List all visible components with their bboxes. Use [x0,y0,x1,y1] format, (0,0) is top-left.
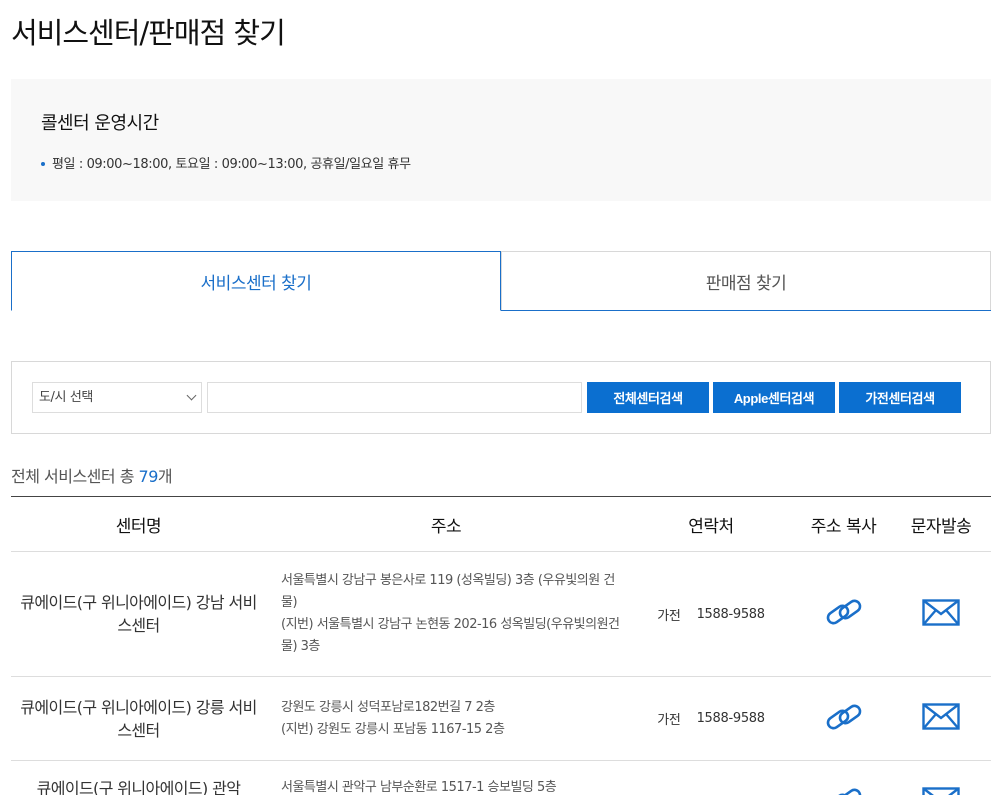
center-address: 서울특별시 강남구 봉은사로 119 (성옥빌딩) 3층 (우유빛의원 건물) … [281,552,626,676]
sms-cell [891,552,991,676]
center-contact: 가전 1588-9588 [626,677,796,760]
center-name: 큐에이드(구 위니아에이드) 강릉 서비스센터 [20,697,257,740]
search-apple-centers-button[interactable]: Apple센터검색 [713,382,835,413]
address-lot: (지번) 서울특별시 강남구 논현동 202-16 성옥빌딩(우유빛의원건물) … [281,617,620,654]
search-all-centers-button[interactable]: 전체센터검색 [587,382,709,413]
table-row: 큐에이드(구 위니아에이드) 강릉 서비스센터 강원도 강릉시 성덕포남로182… [11,677,991,761]
header-address: 주소 [430,517,462,537]
address-road: 서울특별시 관악구 남부순환로 1517-1 승보빌딩 5층 [281,780,557,795]
service-center-table: 센터명 주소 연락처 주소 복사 문자발송 큐에이드(구 위니아에이드) 강남 … [11,496,991,795]
contact-kind: 가전 [657,713,681,728]
city-select[interactable]: 도/시 선택 [32,382,202,413]
copy-address-cell [796,761,891,795]
center-address: 서울특별시 관악구 남부순환로 1517-1 승보빌딩 5층 [281,761,626,795]
search-appliance-centers-button[interactable]: 가전센터검색 [839,382,961,413]
center-name: 큐에이드(구 위니아에이드) 강남 서비스센터 [20,593,257,635]
copy-address-cell [796,552,891,676]
envelope-icon[interactable] [922,598,960,630]
tab-bar: 서비스센터 찾기 판매점 찾기 [11,251,991,311]
center-name: 큐에이드(구 위니아에이드) 관악 [36,779,241,795]
hours-text: 평일 : 09:00~18:00, 토요일 : 09:00~13:00, 공휴일… [52,157,411,172]
header-sms: 문자발송 [910,517,972,537]
envelope-icon[interactable] [922,703,960,734]
sms-cell [891,761,991,795]
table-header: 센터명 주소 연락처 주소 복사 문자발송 [11,497,991,552]
tab-service-center[interactable]: 서비스센터 찾기 [11,251,501,311]
chevron-down-icon [186,390,197,401]
center-contact: 가전 1588-9588 [626,552,796,676]
link-chain-icon[interactable] [825,598,863,630]
address-lot: (지번) 강원도 강릉시 포남동 1167-15 2층 [281,721,505,737]
hours-title: 콜센터 운영시간 [41,113,159,134]
search-input[interactable] [207,382,582,413]
tab-store[interactable]: 판매점 찾기 [501,251,991,310]
city-select-value: 도/시 선택 [39,390,93,405]
center-address: 강원도 강릉시 성덕포남로182번길 7 2층 (지번) 강원도 강릉시 포남동… [281,677,626,760]
page-title: 서비스센터/판매점 찾기 [11,16,286,50]
header-copy-address: 주소 복사 [810,517,877,537]
hours-line: 평일 : 09:00~18:00, 토요일 : 09:00~13:00, 공휴일… [41,153,411,172]
table-row: 큐에이드(구 위니아에이드) 강남 서비스센터 서울특별시 강남구 봉은사로 1… [11,552,991,677]
contact-phone: 1588-9588 [696,711,765,726]
header-contact: 연락처 [688,517,734,537]
result-count-number: 79 [138,467,159,486]
copy-address-cell [796,677,891,760]
sms-cell [891,677,991,760]
header-name: 센터명 [115,517,162,537]
link-chain-icon[interactable] [825,787,863,795]
address-road: 강원도 강릉시 성덕포남로182번길 7 2층 [281,699,495,715]
result-count: 전체 서비스센터 총 79개 [11,467,173,486]
link-chain-icon[interactable] [825,703,863,735]
table-row: 큐에이드(구 위니아에이드) 관악 서울특별시 관악구 남부순환로 1517-1… [11,761,991,795]
bullet-dot-icon [41,161,45,166]
envelope-icon[interactable] [922,787,960,795]
contact-kind: 가전 [657,608,681,624]
call-center-hours-box: 콜센터 운영시간 평일 : 09:00~18:00, 토요일 : 09:00~1… [11,79,991,201]
search-panel: 도/시 선택 전체센터검색 Apple센터검색 가전센터검색 [11,361,991,434]
address-road: 서울특별시 강남구 봉은사로 119 (성옥빌딩) 3층 (우유빛의원 건물) [281,573,615,610]
contact-phone: 1588-9588 [696,606,765,622]
